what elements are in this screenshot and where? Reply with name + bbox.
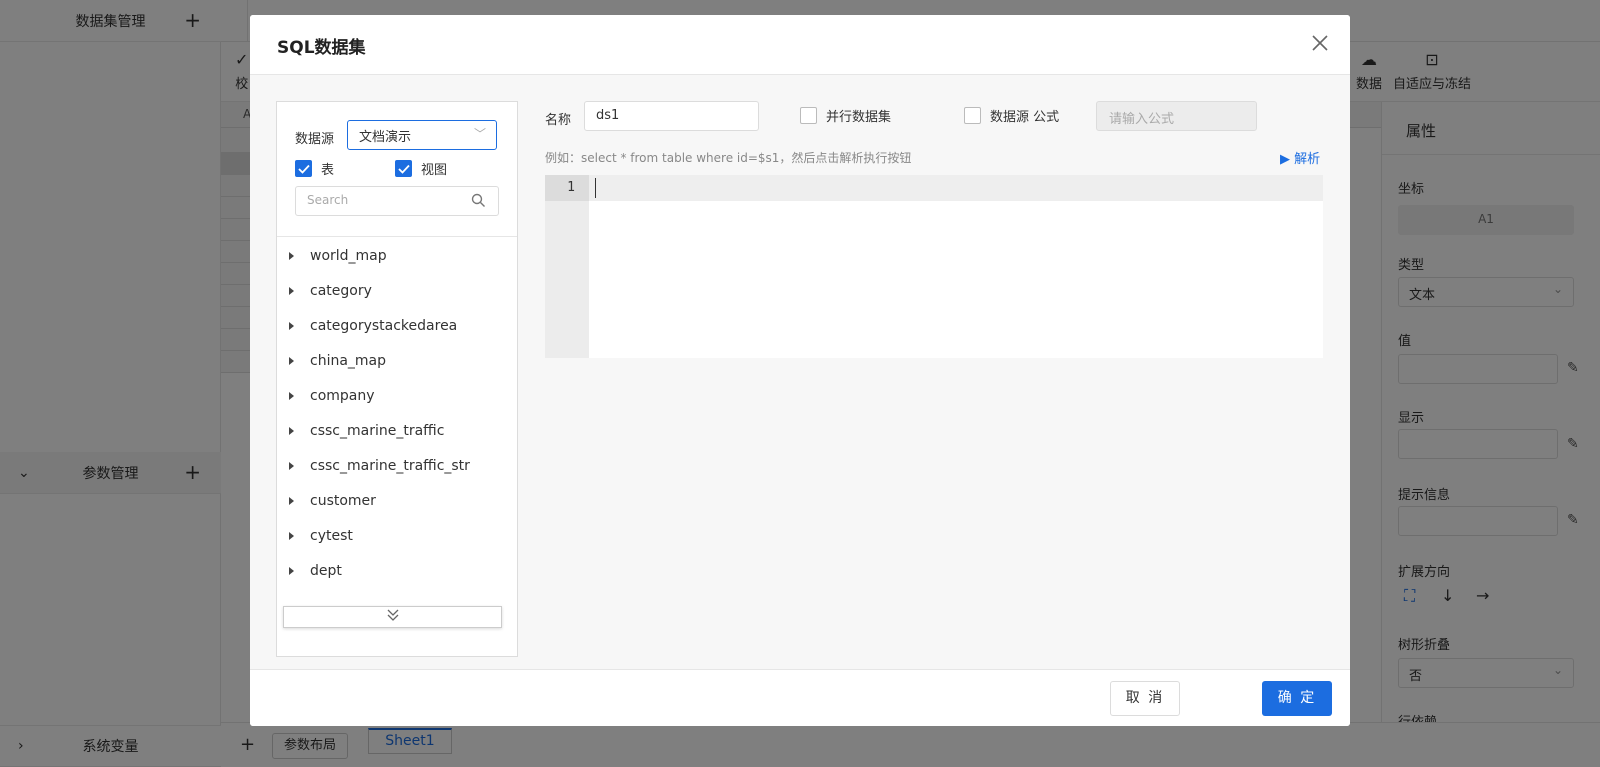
dialog-footer: 取 消 确 定	[250, 669, 1350, 726]
caret-right-icon[interactable]	[289, 426, 294, 435]
tree-item-label: cssc_marine_traffic	[310, 422, 445, 439]
caret-right-icon[interactable]	[289, 321, 294, 330]
active-line	[589, 175, 1323, 201]
tree-item[interactable]: category	[277, 273, 517, 308]
sql-editor[interactable]: 1	[545, 175, 1323, 358]
line-number: 1	[545, 175, 589, 201]
sql-dataset-dialog: SQL数据集 数据源 文档演示 ﹀ 表 视图 Search world_map …	[250, 15, 1350, 726]
parallel-dataset-checkbox[interactable]: 并行数据集	[800, 106, 891, 125]
view-checkbox[interactable]: 视图	[395, 159, 447, 178]
datasource-select[interactable]: 文档演示 ﹀	[347, 120, 497, 150]
caret-right-icon[interactable]	[289, 496, 294, 505]
load-more-button[interactable]	[283, 606, 502, 628]
dialog-header: SQL数据集	[250, 15, 1350, 75]
datasource-label: 数据源	[295, 132, 335, 147]
tree-item-label: category	[310, 282, 372, 299]
tree-item[interactable]: cssc_marine_traffic	[277, 413, 517, 448]
tree-item-label: world_map	[310, 247, 387, 264]
text-cursor	[595, 178, 596, 198]
search-placeholder: Search	[307, 193, 349, 207]
tree-item[interactable]: dept	[277, 553, 517, 588]
tree-item-label: customer	[310, 492, 376, 509]
checkbox-unchecked-icon	[800, 107, 817, 124]
caret-right-icon[interactable]	[289, 566, 294, 575]
datasource-formula-label: 数据源 公式	[990, 110, 1060, 125]
tree-item-label: cssc_marine_traffic_str	[310, 457, 470, 474]
datasource-panel: 数据源 文档演示 ﹀ 表 视图 Search world_map categor…	[276, 101, 518, 657]
dialog-title: SQL数据集	[277, 38, 366, 58]
confirm-button[interactable]: 确 定	[1262, 681, 1332, 716]
tree-item[interactable]: cytest	[277, 518, 517, 553]
tree-item-label: china_map	[310, 352, 387, 369]
view-checkbox-label: 视图	[421, 163, 448, 178]
caret-right-icon[interactable]	[289, 356, 294, 365]
checkbox-unchecked-icon	[964, 107, 981, 124]
dataset-name-input[interactable]: ds1	[584, 101, 759, 131]
tree-item[interactable]: cssc_marine_traffic_str	[277, 448, 517, 483]
tree-item-label: company	[310, 387, 375, 404]
close-icon[interactable]	[1308, 31, 1332, 55]
table-checkbox-label: 表	[321, 163, 335, 178]
tree-item-label: cytest	[310, 527, 353, 544]
caret-right-icon[interactable]	[289, 531, 294, 540]
double-chevron-down-icon	[385, 608, 401, 626]
formula-input[interactable]: 请输入公式	[1096, 101, 1257, 131]
tree-item[interactable]: company	[277, 378, 517, 413]
tree-item[interactable]: china_map	[277, 343, 517, 378]
sql-hint-text: 例如：select * from table where id=$s1，然后点击…	[545, 151, 912, 165]
editor-gutter	[545, 175, 589, 358]
parallel-dataset-label: 并行数据集	[826, 110, 892, 125]
table-tree: world_map category categorystackedarea chin…	[277, 238, 517, 588]
datasource-formula-checkbox[interactable]: 数据源 公式	[964, 106, 1059, 125]
parse-button[interactable]: ▶ 解析	[1280, 148, 1320, 167]
caret-right-icon[interactable]	[289, 286, 294, 295]
tree-item-label: dept	[310, 562, 342, 579]
tree-item-label: categorystackedarea	[310, 317, 458, 334]
table-checkbox[interactable]: 表	[295, 159, 334, 178]
table-search-input[interactable]: Search	[295, 186, 499, 216]
search-icon[interactable]	[471, 193, 486, 211]
checkbox-checked-icon	[395, 160, 412, 177]
chevron-down-icon: ﹀	[473, 127, 486, 141]
tree-item[interactable]: categorystackedarea	[277, 308, 517, 343]
checkbox-checked-icon	[295, 160, 312, 177]
tree-item[interactable]: world_map	[277, 238, 517, 273]
name-label: 名称	[545, 113, 572, 128]
datasource-controls: 数据源 文档演示 ﹀ 表 视图 Search	[277, 102, 517, 237]
datasource-select-value: 文档演示	[359, 130, 412, 145]
caret-right-icon[interactable]	[289, 251, 294, 260]
caret-right-icon[interactable]	[289, 391, 294, 400]
tree-item[interactable]: customer	[277, 483, 517, 518]
cancel-button[interactable]: 取 消	[1110, 681, 1180, 716]
caret-right-icon[interactable]	[289, 461, 294, 470]
